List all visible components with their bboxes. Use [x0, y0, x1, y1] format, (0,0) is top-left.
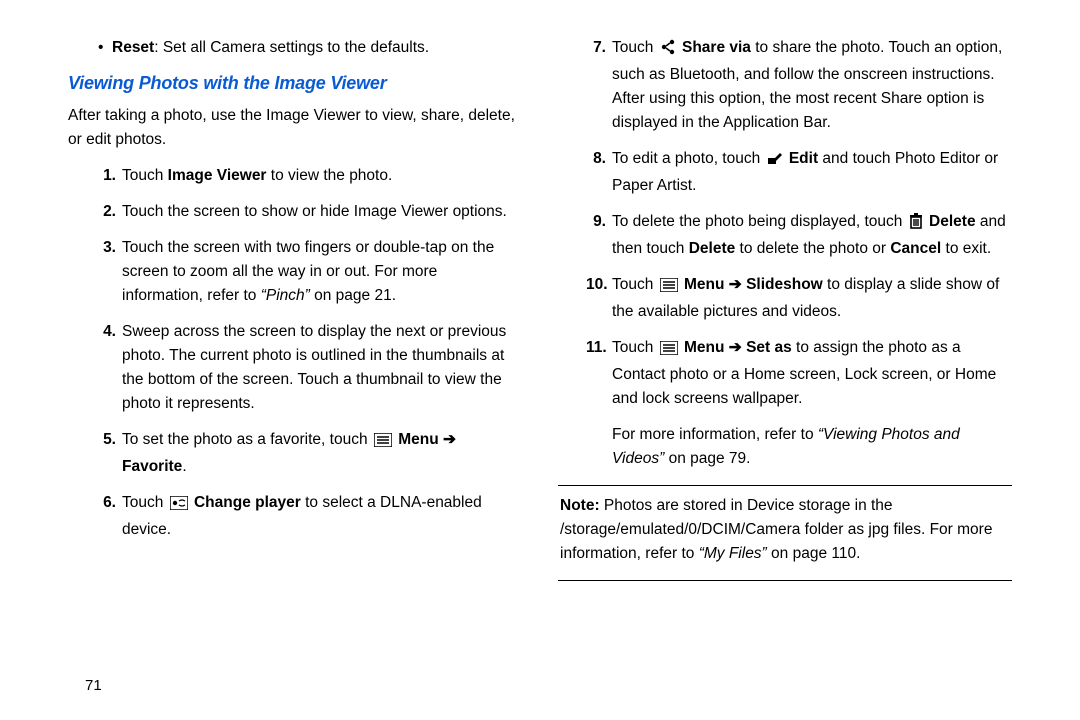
text-bold: Favorite	[122, 458, 182, 475]
text: Touch	[122, 167, 168, 184]
note-text: on page 110.	[767, 545, 861, 562]
intro-text: After taking a photo, use the Image View…	[68, 104, 522, 152]
bullet-text: Reset: Set all Camera settings to the de…	[112, 36, 429, 60]
text: Touch	[122, 494, 168, 511]
text: Sweep across the screen to display the n…	[122, 323, 506, 412]
delete-icon	[909, 213, 923, 237]
manual-page: • Reset: Set all Camera settings to the …	[0, 0, 1080, 720]
text-bold: Delete	[689, 240, 736, 257]
text-italic: “My Files”	[699, 545, 767, 562]
text-italic: “Pinch”	[261, 287, 310, 304]
step-10: 10. Touch Menu ➔ Slideshow to display a …	[586, 267, 1012, 330]
step-11: 11. Touch Menu ➔ Set as to assign the ph…	[586, 330, 1012, 417]
section-heading: Viewing Photos with the Image Viewer	[68, 70, 522, 98]
reset-text: : Set all Camera settings to the default…	[154, 39, 429, 56]
step-9: 9. To delete the photo being displayed, …	[586, 204, 1012, 267]
bullet-dot: •	[98, 36, 112, 60]
step-8: 8. To edit a photo, touch Edit and touch…	[586, 141, 1012, 204]
text: To set the photo as a favorite, touch	[122, 431, 372, 448]
share-icon	[660, 39, 676, 63]
step-number: 9.	[586, 210, 610, 234]
text: to exit.	[941, 240, 991, 257]
arrow: ➔	[724, 276, 746, 293]
text-bold: Image Viewer	[168, 167, 267, 184]
step-number: 8.	[586, 147, 610, 171]
step-4: 4. Sweep across the screen to display th…	[96, 314, 522, 422]
text-bold: Menu	[398, 431, 438, 448]
text-bold: Menu	[684, 339, 724, 356]
reset-label: Reset	[112, 39, 154, 56]
step-number: 1.	[96, 164, 120, 188]
step-5: 5. To set the photo as a favorite, touch…	[96, 422, 522, 485]
step-number: 4.	[96, 320, 120, 344]
text-bold: Change player	[194, 494, 301, 511]
text-bold: Share via	[682, 39, 751, 56]
step-1: 1. Touch Image Viewer to view the photo.	[96, 158, 522, 194]
step-number: 7.	[586, 36, 610, 60]
text: on page 21.	[310, 287, 396, 304]
bullet-reset: • Reset: Set all Camera settings to the …	[98, 36, 522, 60]
step-number: 5.	[96, 428, 120, 452]
step-number: 3.	[96, 236, 120, 260]
menu-icon	[374, 431, 392, 455]
text-bold: Edit	[789, 150, 818, 167]
right-column: 7. Touch Share via to share the photo. T…	[540, 30, 1030, 720]
text: to view the photo.	[266, 167, 392, 184]
step-3: 3. Touch the screen with two fingers or …	[96, 230, 522, 314]
page-number: 71	[85, 677, 102, 694]
menu-icon	[660, 276, 678, 300]
text-bold: Cancel	[890, 240, 941, 257]
left-column: • Reset: Set all Camera settings to the …	[50, 30, 540, 720]
text: To delete the photo being displayed, tou…	[612, 213, 907, 230]
text: Touch	[612, 339, 658, 356]
text-bold: Menu	[684, 276, 724, 293]
step-number: 2.	[96, 200, 120, 224]
steps-left: 1. Touch Image Viewer to view the photo.…	[96, 158, 522, 548]
step-6: 6. Touch Change player to select a DLNA-…	[96, 485, 522, 548]
more-info: For more information, refer to “Viewing …	[612, 423, 1012, 471]
note-rule-bottom	[558, 580, 1012, 581]
text: Touch the screen to show or hide Image V…	[122, 203, 507, 220]
text: to delete the photo or	[735, 240, 890, 257]
arrow: ➔	[724, 339, 746, 356]
note-block: Note: Photos are stored in Device storag…	[558, 494, 1012, 566]
edit-icon	[767, 150, 783, 174]
step-number: 6.	[96, 491, 120, 515]
step-2: 2. Touch the screen to show or hide Imag…	[96, 194, 522, 230]
steps-right: 7. Touch Share via to share the photo. T…	[586, 30, 1012, 417]
note-label: Note:	[560, 497, 600, 514]
text: Touch	[612, 39, 658, 56]
text: Touch	[612, 276, 658, 293]
step-7: 7. Touch Share via to share the photo. T…	[586, 30, 1012, 141]
text: .	[182, 458, 186, 475]
text: For more information, refer to	[612, 426, 818, 443]
change-player-icon	[170, 494, 188, 518]
text-bold: Slideshow	[746, 276, 823, 293]
note-rule-top	[558, 485, 1012, 486]
arrow: ➔	[439, 431, 456, 448]
menu-icon	[660, 339, 678, 363]
step-number: 11.	[586, 336, 610, 360]
text-bold: Set as	[746, 339, 792, 356]
text: To edit a photo, touch	[612, 150, 765, 167]
text: on page 79.	[664, 450, 750, 467]
text-bold: Delete	[929, 213, 976, 230]
step-number: 10.	[586, 273, 610, 297]
